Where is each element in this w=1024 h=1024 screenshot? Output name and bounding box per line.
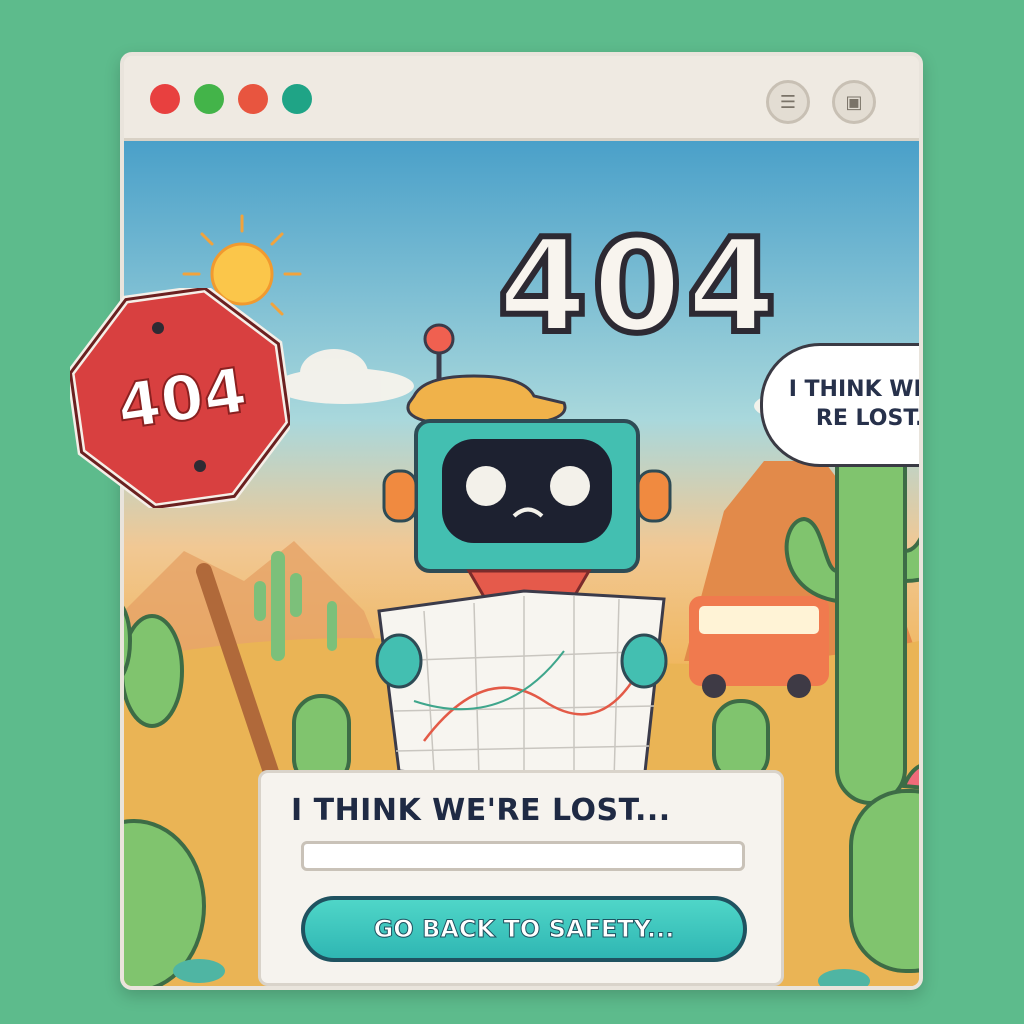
go-back-button[interactable]: GO BACK TO SAFETY... bbox=[301, 896, 747, 962]
extra-dot[interactable] bbox=[282, 84, 312, 114]
map-icon bbox=[375, 589, 668, 783]
lost-dialog: I THINK WE'RE LOST... GO BACK TO SAFETY.… bbox=[258, 770, 784, 986]
dialog-message: I THINK WE'RE LOST... bbox=[291, 793, 671, 828]
dialog-input-field[interactable] bbox=[301, 841, 745, 871]
minimize-dot[interactable] bbox=[238, 84, 268, 114]
rock bbox=[173, 959, 225, 983]
cactus-small-center-icon bbox=[712, 699, 770, 783]
maximize-icon[interactable]: ▣ bbox=[832, 80, 876, 124]
minimize-icon[interactable]: ☰ bbox=[766, 80, 810, 124]
zoom-dot[interactable] bbox=[194, 84, 224, 114]
close-dot[interactable] bbox=[150, 84, 180, 114]
speech-bubble: I THINK WE'RE RE LOST... bbox=[760, 343, 923, 467]
bus-icon bbox=[689, 596, 829, 698]
title-bar: ☰ ▣ bbox=[124, 56, 919, 141]
speech-bubble-text: I THINK WE'RE RE LOST... bbox=[788, 377, 923, 431]
error-code-title: 404 bbox=[494, 210, 781, 362]
